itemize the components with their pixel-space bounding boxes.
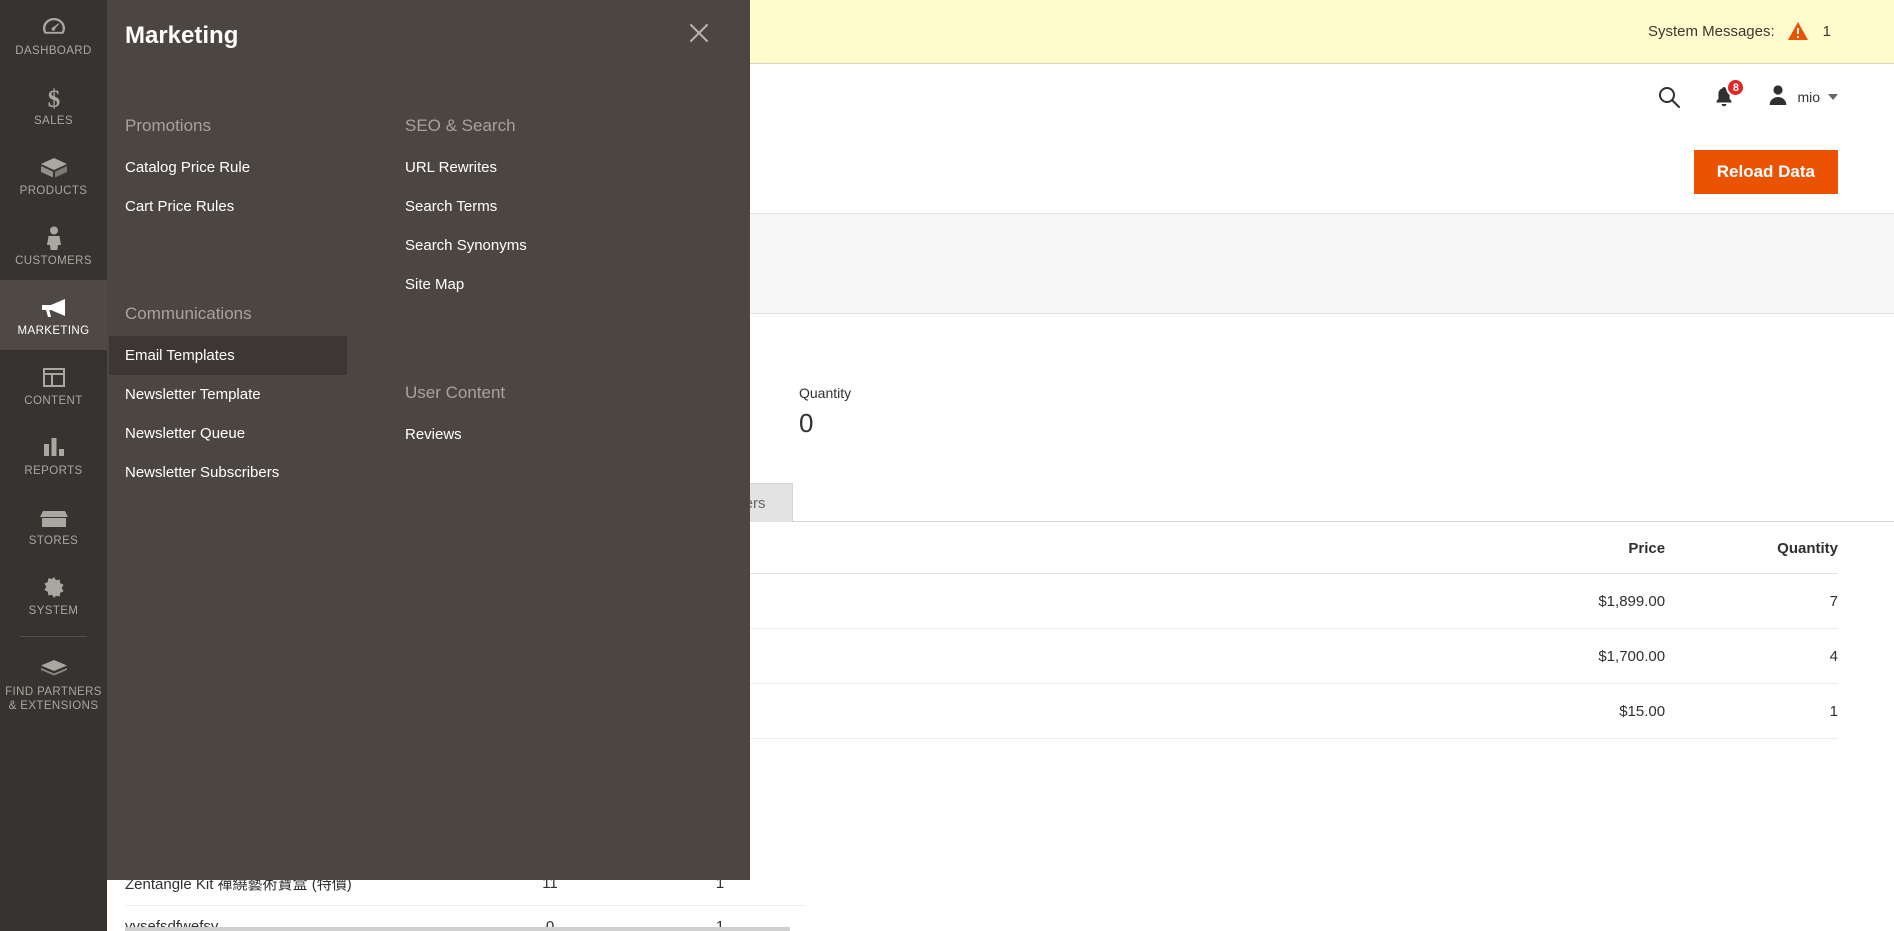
sidebar-item-dashboard[interactable]: DASHBOARD bbox=[0, 0, 107, 70]
bar-chart-icon bbox=[2, 434, 105, 461]
sidebar-item-system[interactable]: SYSTEM bbox=[0, 560, 107, 630]
system-messages-label: System Messages: bbox=[1647, 23, 1775, 40]
cell-price: $1,700.00 bbox=[1475, 628, 1666, 684]
group-heading-seo-search: SEO & Search bbox=[405, 116, 516, 135]
group-heading-communications: Communications bbox=[125, 304, 252, 323]
cell-quantity: 1 bbox=[1665, 683, 1838, 739]
menu-item-site-map[interactable]: Site Map bbox=[389, 265, 677, 304]
stat-quantity: Quantity 0 bbox=[799, 385, 1011, 439]
sidebar-item-customers[interactable]: CUSTOMERS bbox=[0, 210, 107, 280]
sidebar-item-label: SYSTEM bbox=[28, 605, 79, 617]
close-icon[interactable] bbox=[688, 22, 710, 44]
svg-text:$: $ bbox=[47, 86, 60, 111]
storefront-icon bbox=[2, 504, 105, 531]
menu-item-url-rewrites[interactable]: URL Rewrites bbox=[389, 148, 677, 187]
sidebar-divider bbox=[20, 636, 87, 637]
sidebar-item-label: FIND PARTNERS & EXTENSIONS bbox=[5, 686, 102, 712]
megaphone-icon bbox=[2, 294, 105, 321]
main-sidebar: DASHBOARD $ SALES PRODUCTS CUSTOMERS MAR… bbox=[0, 0, 107, 931]
user-avatar-icon bbox=[1768, 84, 1788, 111]
dollar-icon: $ bbox=[2, 84, 105, 113]
group-heading-promotions: Promotions bbox=[125, 116, 211, 135]
sidebar-item-reports[interactable]: REPORTS bbox=[0, 420, 107, 490]
cell-price: $1,899.00 bbox=[1475, 573, 1666, 629]
sidebar-item-products[interactable]: PRODUCTS bbox=[0, 140, 107, 210]
menu-item-search-synonyms[interactable]: Search Synonyms bbox=[389, 226, 677, 265]
sidebar-item-label: SALES bbox=[33, 115, 74, 127]
cell-quantity: 7 bbox=[1665, 573, 1838, 629]
notifications-bell-icon[interactable]: 8 bbox=[1714, 78, 1746, 108]
sidebar-item-label: CONTENT bbox=[24, 395, 83, 407]
reload-data-button[interactable]: Reload Data bbox=[1693, 149, 1838, 194]
sidebar-item-label: PRODUCTS bbox=[19, 185, 88, 197]
menu-item-reviews[interactable]: Reviews bbox=[389, 415, 677, 454]
sidebar-item-stores[interactable]: STORES bbox=[0, 490, 107, 560]
sidebar-item-content[interactable]: CONTENT bbox=[0, 350, 107, 420]
user-name-label: mio bbox=[1797, 89, 1820, 105]
sidebar-item-label: REPORTS bbox=[24, 465, 83, 477]
system-messages-count[interactable]: 1 bbox=[1823, 23, 1831, 40]
stat-value: 0 bbox=[799, 408, 814, 438]
marketing-menu-columns: Promotions Catalog Price Rule Cart Price… bbox=[107, 50, 750, 492]
user-menu[interactable]: mio bbox=[1768, 84, 1838, 111]
menu-item-email-templates[interactable]: Email Templates bbox=[109, 336, 347, 375]
sidebar-item-find-partners[interactable]: FIND PARTNERS & EXTENSIONS bbox=[0, 641, 107, 725]
horizontal-scrollbar[interactable] bbox=[125, 927, 790, 931]
column-price: Price bbox=[1475, 522, 1666, 574]
menu-item-catalog-price-rule[interactable]: Catalog Price Rule bbox=[109, 148, 387, 187]
search-icon[interactable] bbox=[1658, 86, 1681, 108]
marketing-menu-column-1: Promotions Catalog Price Rule Cart Price… bbox=[107, 98, 387, 492]
sidebar-item-marketing[interactable]: MARKETING bbox=[0, 280, 107, 350]
person-icon bbox=[2, 224, 105, 251]
stat-label: Quantity bbox=[799, 385, 852, 401]
layout-icon bbox=[2, 364, 105, 391]
marketing-menu-title: Marketing bbox=[125, 22, 239, 49]
cell-quantity: 4 bbox=[1665, 628, 1838, 684]
group-heading-user-content: User Content bbox=[405, 383, 506, 402]
column-quantity: Quantity bbox=[1665, 522, 1838, 574]
menu-item-newsletter-queue[interactable]: Newsletter Queue bbox=[109, 414, 387, 453]
menu-item-cart-price-rules[interactable]: Cart Price Rules bbox=[109, 187, 387, 226]
sidebar-item-label: MARKETING bbox=[17, 325, 90, 337]
dashboard-icon bbox=[2, 14, 105, 41]
app-root: System Messages: 1 8 mio Reload Data Qua… bbox=[0, 0, 1894, 931]
menu-item-search-terms[interactable]: Search Terms bbox=[389, 187, 677, 226]
box-icon bbox=[2, 154, 105, 181]
sidebar-item-label: DASHBOARD bbox=[15, 45, 92, 57]
marketing-menu-panel: Marketing Promotions Catalog Price Rule … bbox=[107, 0, 750, 880]
gear-icon bbox=[2, 574, 105, 601]
cell-price: $15.00 bbox=[1475, 683, 1666, 739]
warning-triangle-icon bbox=[1787, 21, 1809, 46]
sidebar-item-sales[interactable]: $ SALES bbox=[0, 70, 107, 140]
marketing-menu-column-2: SEO & Search URL Rewrites Search Terms S… bbox=[387, 98, 677, 492]
package-icon bbox=[2, 655, 105, 682]
menu-item-newsletter-subscribers[interactable]: Newsletter Subscribers bbox=[109, 453, 387, 492]
menu-item-newsletter-template[interactable]: Newsletter Template bbox=[109, 375, 387, 414]
sidebar-item-label: STORES bbox=[28, 535, 79, 547]
chevron-down-icon bbox=[1828, 94, 1838, 100]
notifications-badge: 8 bbox=[1726, 78, 1746, 97]
sidebar-item-label: CUSTOMERS bbox=[15, 255, 92, 267]
